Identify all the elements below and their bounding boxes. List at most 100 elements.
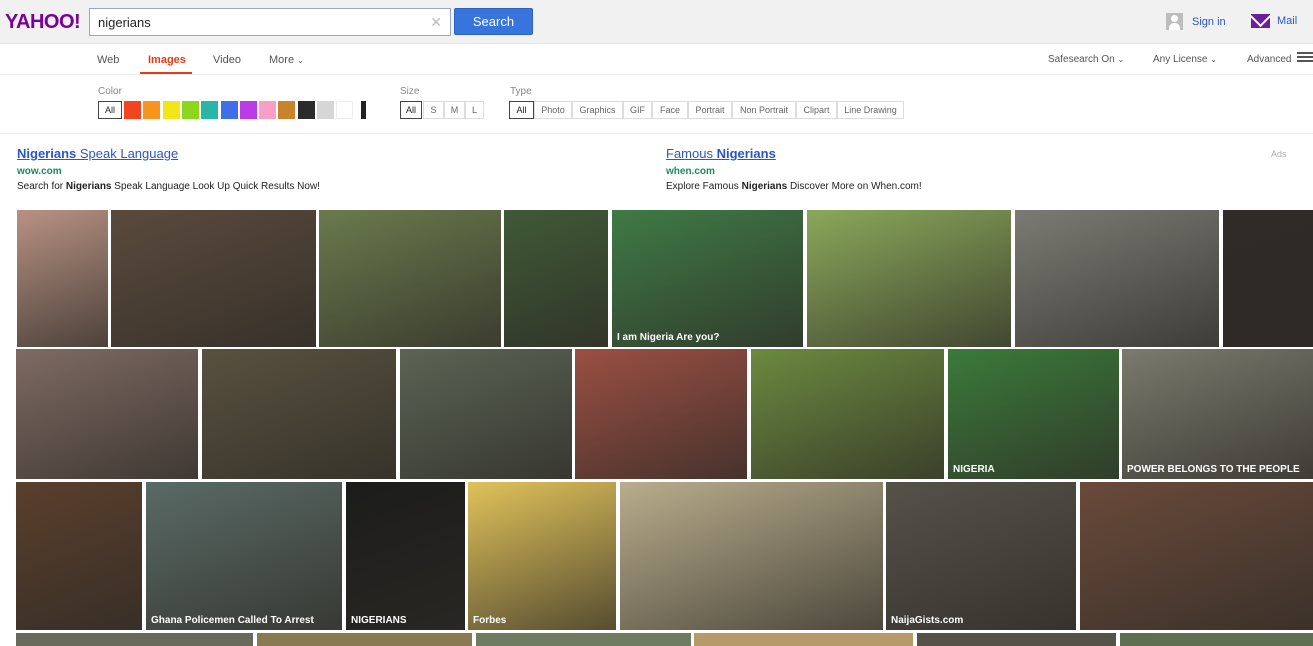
ad-title-rest: Speak Language <box>76 146 179 161</box>
type-non-portrait-chip[interactable]: Non Portrait <box>732 101 796 119</box>
tab-images[interactable]: Images <box>148 54 186 66</box>
color-swatch[interactable] <box>239 101 257 119</box>
type-line-drawing-chip[interactable]: Line Drawing <box>837 101 904 119</box>
clear-icon[interactable]: ✕ <box>430 14 442 31</box>
image-caption: NaijaGists.com <box>891 615 964 626</box>
mail-label: Mail <box>1277 15 1298 27</box>
mail-link[interactable]: Mail <box>1251 14 1297 28</box>
image-result-partial[interactable] <box>16 633 253 646</box>
img-man-face-injured[interactable] <box>16 482 142 630</box>
color-swatch[interactable] <box>201 101 219 119</box>
img-nigerians-poster[interactable]: NIGERIANS <box>346 482 465 630</box>
tab-video[interactable]: Video <box>213 54 241 66</box>
user-icon <box>1166 13 1183 30</box>
image-caption: Ghana Policemen Called To Arrest <box>151 615 314 626</box>
color-swatch[interactable] <box>143 101 161 119</box>
filter-menu-icon[interactable] <box>1297 52 1313 64</box>
img-man-phone[interactable] <box>16 349 198 479</box>
color-swatch[interactable] <box>317 101 334 119</box>
ad-result[interactable]: Famous Nigerians when.com Explore Famous… <box>666 146 922 192</box>
color-swatch[interactable] <box>162 101 180 119</box>
search-value: nigerians <box>98 15 151 30</box>
type-photo-chip[interactable]: Photo <box>534 101 572 119</box>
type-clipart-chip[interactable]: Clipart <box>796 101 837 119</box>
color-filter-label: Color <box>98 86 122 97</box>
tab-more[interactable]: More ⌄ <box>269 54 304 66</box>
color-swatch[interactable] <box>181 101 199 119</box>
type-face-chip[interactable]: Face <box>652 101 688 119</box>
color-swatch[interactable] <box>220 101 238 119</box>
size-medium-chip[interactable]: M <box>444 101 465 119</box>
img-riot-fire[interactable] <box>111 210 316 347</box>
image-caption: POWER BELONGS TO THE PEOPLE <box>1127 464 1300 475</box>
type-graphics-chip[interactable]: Graphics <box>572 101 623 119</box>
type-gif-chip[interactable]: GIF <box>623 101 652 119</box>
image-caption: I am Nigeria Are you? <box>617 332 720 343</box>
type-filter-label: Type <box>510 86 532 97</box>
img-women-cornfield[interactable] <box>751 349 944 479</box>
filter-bar: Color All Size All S M L Type All Photo … <box>0 75 1313 134</box>
color-swatch[interactable] <box>336 101 354 119</box>
chevron-down-icon: ⌄ <box>1210 55 1217 64</box>
type-all-chip[interactable]: All <box>509 101 534 119</box>
img-man-lying[interactable] <box>1080 482 1313 630</box>
img-nigeria-fans[interactable]: I am Nigeria Are you? <box>612 210 803 347</box>
active-tab-indicator <box>140 72 192 74</box>
size-large-chip[interactable]: L <box>465 101 484 119</box>
ad-title-bold: Nigerians <box>716 146 776 161</box>
advanced-link[interactable]: Advanced <box>1247 54 1291 65</box>
image-result-partial[interactable] <box>917 633 1116 646</box>
ad-url: when.com <box>666 166 715 177</box>
img-forbes-cartoon[interactable]: Forbes <box>468 482 616 630</box>
tab-more-label: More <box>269 54 295 66</box>
image-caption: NIGERIANS <box>351 615 407 626</box>
ad-result[interactable]: Nigerians Speak Language wow.com Search … <box>17 146 320 192</box>
license-label: Any License <box>1153 54 1208 65</box>
size-small-chip[interactable]: S <box>423 101 444 119</box>
search-nav: Web Images Video More ⌄ Safesearch On ⌄ … <box>0 44 1313 75</box>
search-input[interactable]: nigerians ✕ <box>89 8 451 36</box>
ads-label: Ads <box>1271 149 1287 159</box>
sign-in-link[interactable]: Sign in <box>1166 13 1226 30</box>
img-group-men[interactable]: NaijaGists.com <box>886 482 1076 630</box>
black-white-swatch[interactable] <box>355 101 373 119</box>
color-swatch[interactable] <box>124 101 141 119</box>
image-result-partial[interactable] <box>694 633 913 646</box>
ad-title-bold: Nigerians <box>17 146 77 161</box>
img-protest-sign[interactable]: POWER BELONGS TO THE PEOPLE <box>1122 349 1313 479</box>
ad-title[interactable]: Nigerians Speak Language <box>17 146 320 161</box>
img-escalator[interactable] <box>400 349 572 479</box>
image-result-partial[interactable] <box>257 633 472 646</box>
size-all-chip[interactable]: All <box>400 101 422 119</box>
color-swatch[interactable] <box>278 101 296 119</box>
img-crowd[interactable] <box>202 349 396 479</box>
img-ghana-police[interactable]: Ghana Policemen Called To Arrest <box>146 482 342 630</box>
safesearch-dropdown[interactable]: Safesearch On ⌄ <box>1048 54 1124 65</box>
color-all-chip[interactable]: All <box>98 101 122 119</box>
img-woman-dress[interactable] <box>504 210 608 347</box>
size-filter-label: Size <box>400 86 420 97</box>
color-swatch[interactable] <box>297 101 315 119</box>
image-caption: Forbes <box>473 615 507 626</box>
yahoo-logo[interactable]: YAHOO! <box>5 11 81 34</box>
ad-title-rest: Famous <box>666 146 717 161</box>
color-swatch[interactable] <box>259 101 277 119</box>
img-jonathan-hat[interactable] <box>1223 210 1313 347</box>
img-office-men[interactable] <box>620 482 883 630</box>
ad-title[interactable]: Famous Nigerians <box>666 146 922 161</box>
img-selfie-valley[interactable] <box>319 210 501 347</box>
image-result-partial[interactable] <box>476 633 691 646</box>
sign-in-label: Sign in <box>1192 15 1226 28</box>
chevron-down-icon: ⌄ <box>1117 55 1125 64</box>
image-result-partial[interactable] <box>1120 633 1313 646</box>
img-man-bleeding[interactable] <box>17 210 108 347</box>
img-man-suit-flag[interactable] <box>1015 210 1219 347</box>
tab-web[interactable]: Web <box>97 54 119 66</box>
img-supermarket[interactable] <box>575 349 747 479</box>
type-portrait-chip[interactable]: Portrait <box>688 101 732 119</box>
license-dropdown[interactable]: Any License ⌄ <box>1153 54 1217 65</box>
ad-description: Search for Nigerians Speak Language Look… <box>17 181 320 192</box>
img-woman-headwrap[interactable] <box>807 210 1011 347</box>
img-fan-scarf[interactable]: NIGERIA <box>948 349 1119 479</box>
search-button[interactable]: Search <box>454 8 533 35</box>
